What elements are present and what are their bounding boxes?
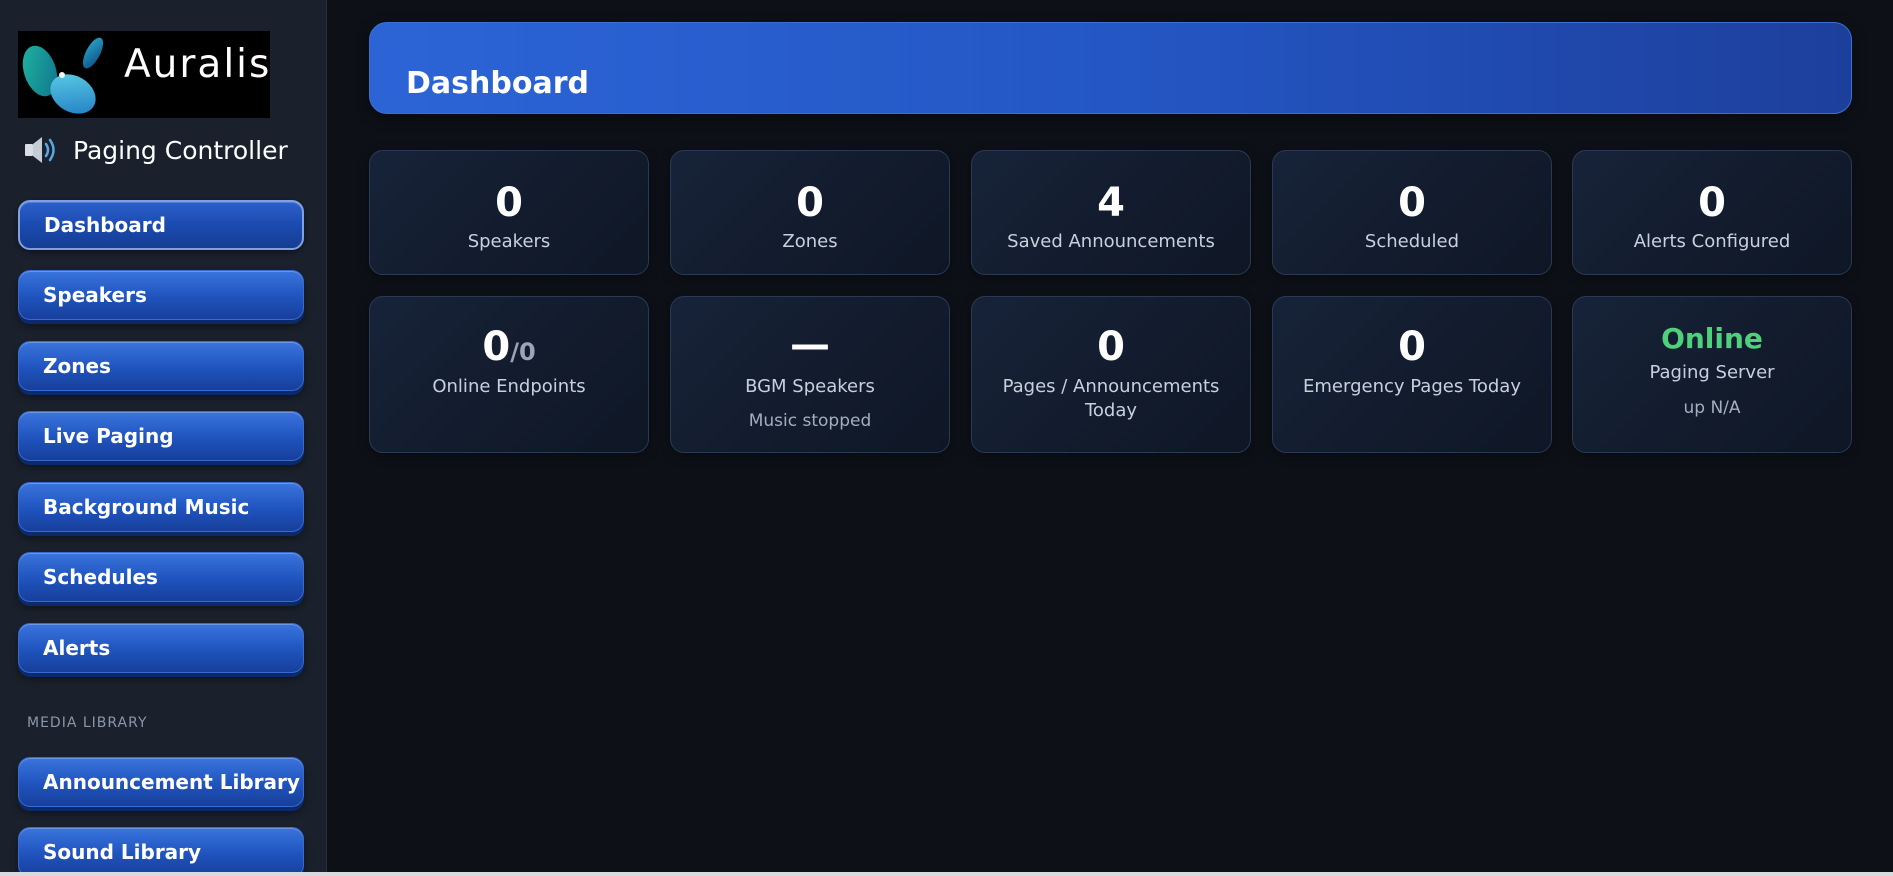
- header-banner: Dashboard: [369, 22, 1852, 114]
- stat-card-speakers: 0 Speakers: [369, 150, 649, 275]
- page-title: Dashboard: [406, 66, 589, 102]
- bgm-status-text: Music stopped: [748, 411, 872, 431]
- stat-label: Pages / Announcements Today: [1002, 376, 1220, 421]
- nav-background-music[interactable]: Background Music: [18, 482, 304, 532]
- stat-value: 0: [1698, 180, 1726, 226]
- stat-label: Zones: [782, 231, 838, 252]
- stat-card-paging-server: Online Paging Server up N/A: [1572, 296, 1852, 453]
- stat-value: 0: [1097, 324, 1125, 370]
- stat-card-bgm-speakers: — BGM Speakers Music stopped: [670, 296, 950, 453]
- stat-value: 4: [1097, 180, 1125, 226]
- stat-label: BGM Speakers: [745, 376, 875, 397]
- online-endpoints-total: /0: [510, 338, 536, 366]
- nav-speakers[interactable]: Speakers: [18, 270, 304, 320]
- nav-alerts[interactable]: Alerts: [18, 623, 304, 673]
- stat-label: Speakers: [467, 231, 551, 252]
- stat-value: 0: [796, 180, 824, 226]
- window-bottom-edge: [0, 872, 1893, 876]
- section-label-media-library: MEDIA LIBRARY: [27, 715, 148, 731]
- app-title-row: Paging Controller: [22, 133, 288, 167]
- stat-card-saved-announcements: 4 Saved Announcements: [971, 150, 1251, 275]
- speaker-icon: [25, 137, 55, 163]
- server-status-value: Online: [1661, 322, 1763, 355]
- app-title: Paging Controller: [73, 135, 288, 165]
- stat-label: Saved Announcements: [1007, 231, 1215, 252]
- stat-value: 0: [1398, 324, 1426, 370]
- nav-dashboard[interactable]: Dashboard: [18, 200, 304, 250]
- nav-sound-library[interactable]: Sound Library: [18, 827, 304, 872]
- stat-card-emergency-pages-today: 0 Emergency Pages Today: [1272, 296, 1552, 453]
- server-uptime-text: up N/A: [1683, 398, 1741, 418]
- stat-value: 0: [1398, 180, 1426, 226]
- stat-card-online-endpoints: 0/0 Online Endpoints: [369, 296, 649, 453]
- nav-announcement-library[interactable]: Announcement Library: [18, 757, 304, 807]
- stat-label: Emergency Pages Today: [1303, 376, 1521, 397]
- logo: Auralis: [18, 31, 270, 118]
- app-window: Auralis Paging Controller Dashboard Spea…: [0, 0, 1893, 876]
- online-endpoints-count: 0: [482, 324, 511, 370]
- stat-card-pages-today: 0 Pages / Announcements Today: [971, 296, 1251, 453]
- logo-text: Auralis: [124, 42, 270, 87]
- stat-label: Online Endpoints: [432, 376, 586, 397]
- nav-zones[interactable]: Zones: [18, 341, 304, 391]
- stat-value: 0/0: [370, 327, 648, 367]
- stat-value: 0: [495, 180, 523, 226]
- sidebar: Auralis Paging Controller Dashboard Spea…: [0, 0, 327, 872]
- stat-card-scheduled: 0 Scheduled: [1272, 150, 1552, 275]
- stat-card-zones: 0 Zones: [670, 150, 950, 275]
- stat-card-alerts-configured: 0 Alerts Configured: [1572, 150, 1852, 275]
- stat-label: Alerts Configured: [1633, 231, 1791, 252]
- stat-value: —: [790, 322, 830, 368]
- stat-label: Paging Server: [1649, 362, 1775, 383]
- nav-live-paging[interactable]: Live Paging: [18, 411, 304, 461]
- logo-mark-icon: [22, 37, 104, 114]
- nav-schedules[interactable]: Schedules: [18, 552, 304, 602]
- stat-label: Scheduled: [1364, 231, 1460, 252]
